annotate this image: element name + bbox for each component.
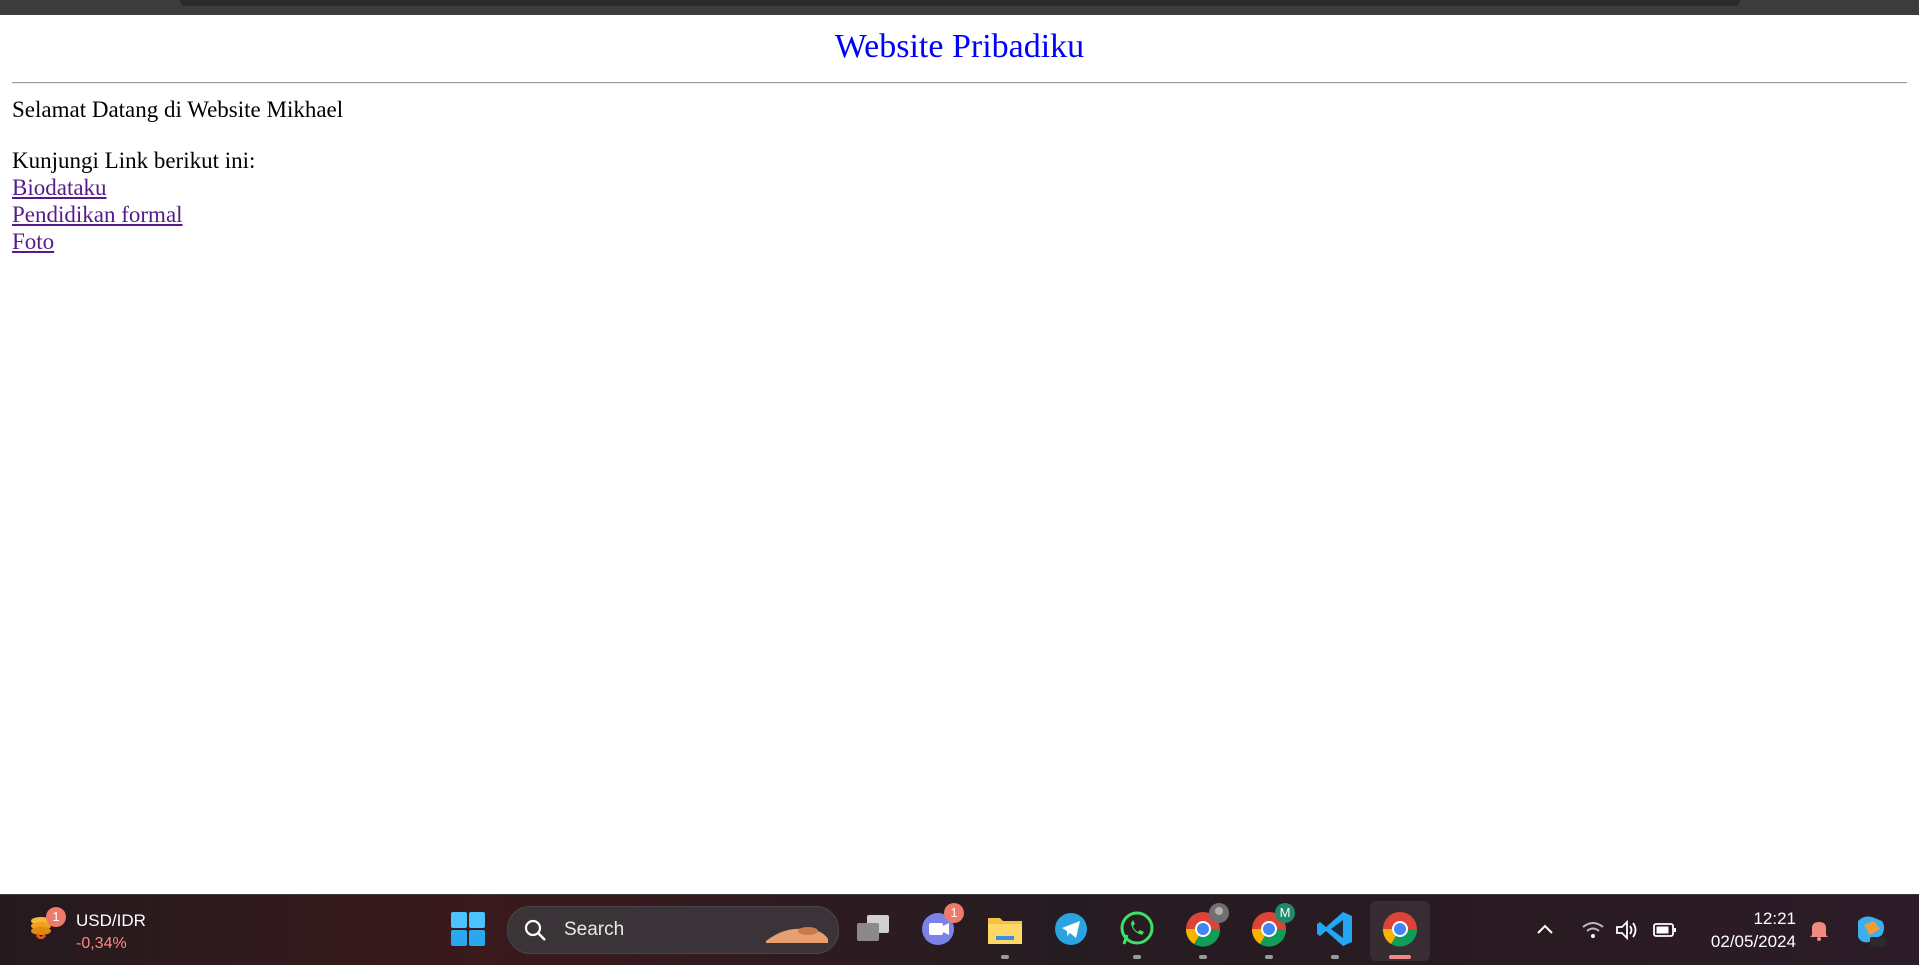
search-icon [524,919,546,941]
search-label: Search [564,919,625,940]
teams-badge: 1 [944,903,964,923]
link-biodataku[interactable]: Biodataku [12,174,107,201]
link-pendidikan-formal[interactable]: Pendidikan formal [12,201,183,228]
task-view-icon[interactable] [853,909,893,949]
link-foto[interactable]: Foto [12,228,54,255]
taskbar-search[interactable]: Search [507,906,839,954]
chrome-profile-m-icon[interactable]: M [1249,903,1295,959]
browser-top-strip [0,0,1919,15]
search-highlight-art-icon [766,927,828,943]
clock-time: 12:21 [1753,909,1796,928]
notification-bell-icon[interactable] [1806,917,1832,943]
chrome-icon[interactable] [1183,903,1229,959]
welcome-text: Selamat Datang di Website Mikhael [12,97,344,122]
taskbar: 1 USD/IDR -0,34% Search 1 M 12:21 02/05/… [0,894,1919,965]
currency-pair: USD/IDR [76,911,146,930]
profile-m-badge: M [1275,903,1295,923]
widget-badge: 1 [46,907,66,927]
battery-icon[interactable] [1652,917,1678,943]
web-page: Website Pribadiku Selamat Datang di Webs… [0,15,1919,894]
page-title: Website Pribadiku [834,28,1085,65]
links-section: Kunjungi Link berikut ini: Biodataku Pen… [12,147,255,255]
copilot-icon[interactable] [1852,913,1888,949]
currency-widget[interactable]: 1 USD/IDR -0,34% [26,907,176,953]
whatsapp-icon[interactable] [1117,909,1157,959]
chevron-up-icon[interactable] [1532,917,1558,943]
vscode-icon[interactable] [1315,909,1355,959]
wifi-icon[interactable] [1580,917,1606,943]
horizontal-rule [12,82,1907,84]
teams-icon[interactable]: 1 [918,903,964,949]
profile-avatar-icon [1209,903,1229,923]
chrome-active-icon[interactable] [1380,909,1420,959]
file-explorer-icon[interactable] [985,909,1025,959]
links-intro: Kunjungi Link berikut ini: [12,148,256,173]
browser-address-area[interactable] [180,0,1740,6]
volume-icon[interactable] [1614,917,1640,943]
system-clock[interactable]: 12:21 02/05/2024 [1694,907,1796,953]
currency-change: -0,34% [76,935,127,952]
clock-date: 02/05/2024 [1710,932,1796,951]
telegram-icon[interactable] [1051,909,1091,949]
windows-start-icon[interactable] [450,911,486,947]
